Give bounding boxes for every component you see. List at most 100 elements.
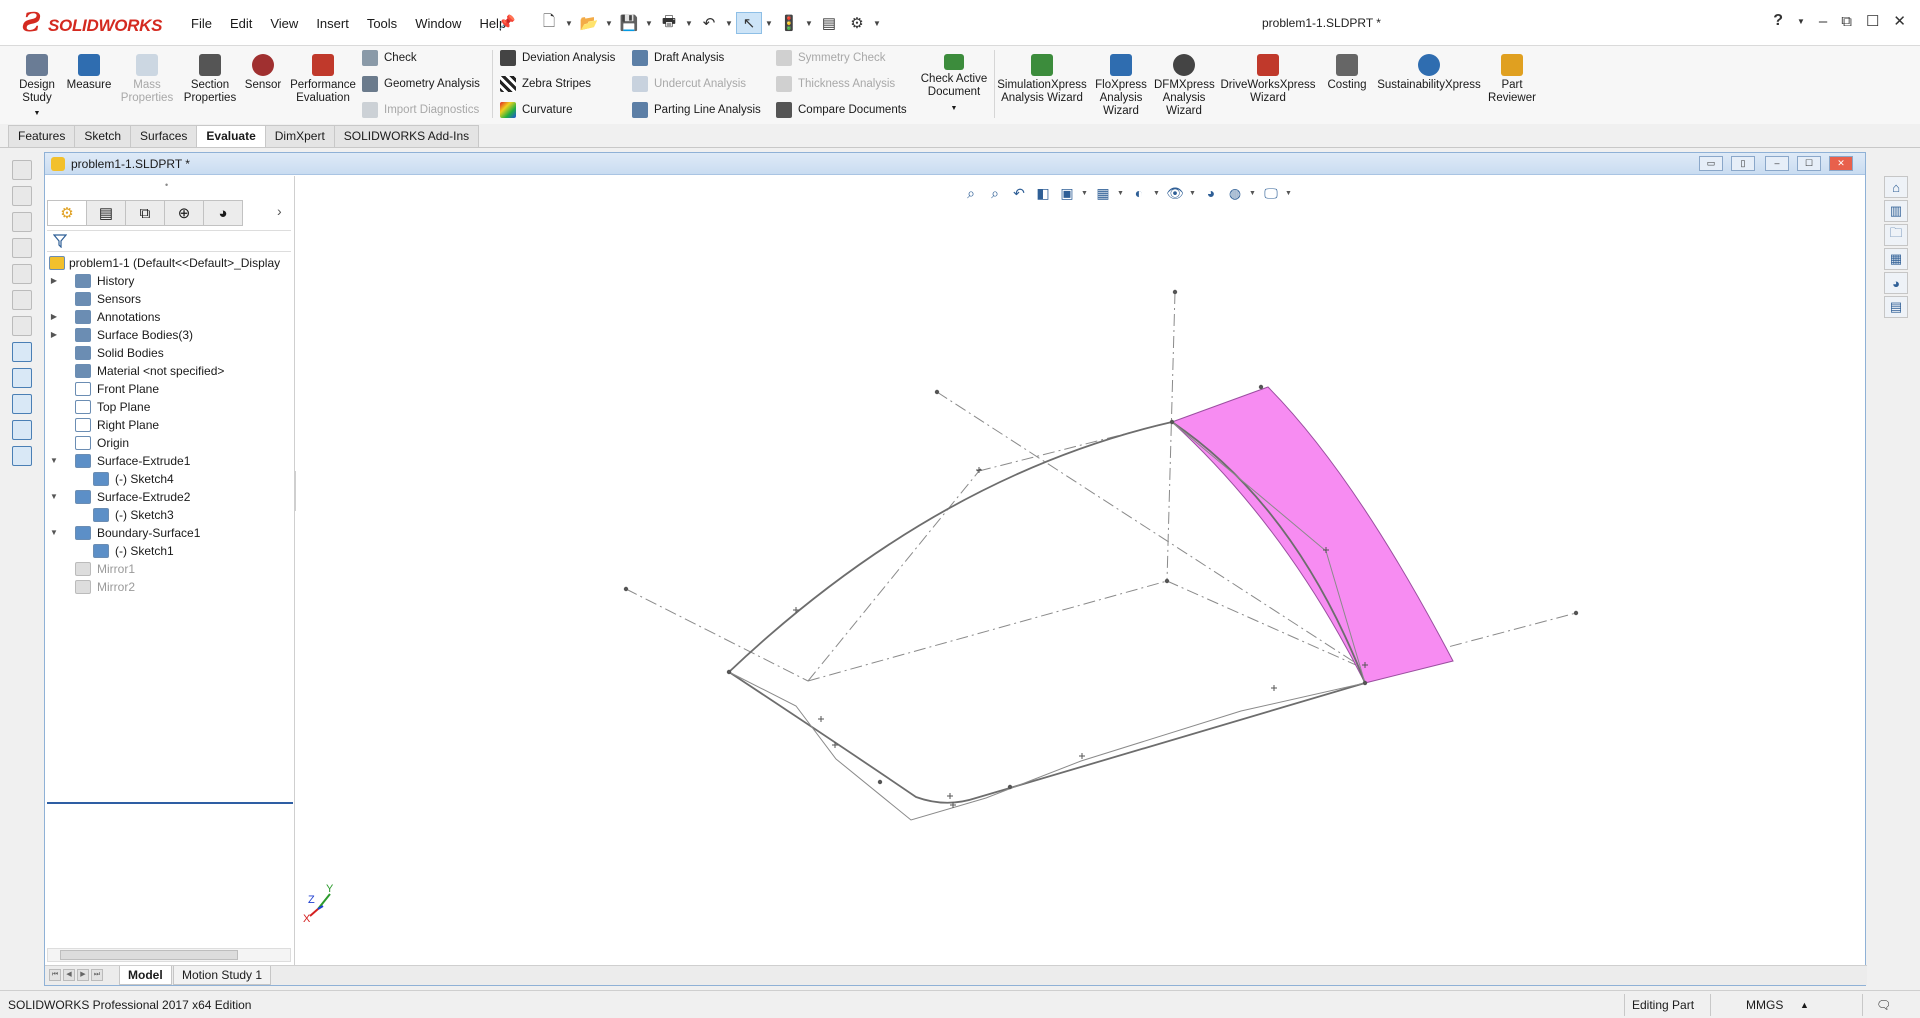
- expand-arrow-icon[interactable]: ▶: [49, 308, 59, 326]
- menu-file[interactable]: File: [182, 14, 221, 33]
- collapse-arrow-icon[interactable]: ▼: [49, 524, 59, 542]
- upper-curve[interactable]: [728, 421, 1173, 673]
- tab-surfaces[interactable]: Surfaces: [130, 125, 198, 147]
- spline-handle[interactable]: [1271, 685, 1277, 691]
- thickness-analysis-button[interactable]: Thickness Analysis: [776, 76, 895, 92]
- design-study-dropdown-icon[interactable]: ▼: [12, 107, 62, 120]
- geometry-analysis-button[interactable]: Geometry Analysis: [362, 76, 480, 92]
- feature-manager-tab-icon[interactable]: ⚙: [47, 200, 87, 226]
- menu-insert[interactable]: Insert: [307, 14, 358, 33]
- undo-icon[interactable]: ↶: [696, 12, 722, 34]
- driveworksxpress-button[interactable]: DriveWorksXpress Wizard: [1220, 46, 1316, 105]
- tile-horizontal-icon[interactable]: ▭: [1699, 156, 1723, 171]
- dimxpert-manager-tab-icon[interactable]: ⊕: [164, 200, 204, 226]
- new-dropdown-icon[interactable]: ▼: [564, 19, 574, 28]
- part-reviewer-button[interactable]: Part Reviewer: [1486, 46, 1538, 105]
- section-properties-button[interactable]: Section Properties: [180, 46, 240, 105]
- graphics-area[interactable]: ⌕ ⌕ ↶ ◧ ▣ ▼ ▦ ▼ ◐ ▼ 👁 ▼ ◕ ◍ ▼ 🖵 ▼ Y X Z: [296, 176, 1865, 970]
- help-icon[interactable]: ?: [1773, 12, 1783, 30]
- collapse-arrow-icon[interactable]: ▼: [49, 452, 59, 470]
- tree-item[interactable]: Sensors: [45, 290, 293, 308]
- toolbar-button-icon[interactable]: [12, 264, 32, 284]
- file-explorer-icon[interactable]: 🗀: [1884, 224, 1908, 246]
- sketch-point[interactable]: [726, 669, 732, 675]
- options-gear-icon[interactable]: ⚙: [844, 12, 870, 34]
- unit-system-dropdown-icon[interactable]: ▲: [1800, 1000, 1809, 1010]
- tree-item[interactable]: Top Plane: [45, 398, 293, 416]
- solidworks-resources-icon[interactable]: ⌂: [1884, 176, 1908, 198]
- solidworks-logo[interactable]: Ƨ SOLIDWORKS: [18, 8, 164, 40]
- toolbar-button-icon[interactable]: [12, 368, 32, 388]
- tree-item[interactable]: Solid Bodies: [45, 344, 293, 362]
- sketch-point[interactable]: [877, 779, 883, 785]
- scrollbar-thumb[interactable]: [60, 950, 238, 960]
- sensor-button[interactable]: Sensor: [242, 46, 284, 92]
- toolbar-button-icon[interactable]: [12, 238, 32, 258]
- performance-evaluation-button[interactable]: Performance Evaluation: [288, 46, 358, 105]
- check-button[interactable]: Check: [362, 50, 417, 66]
- toolbar-button-icon[interactable]: [12, 212, 32, 232]
- curvature-button[interactable]: Curvature: [500, 102, 573, 118]
- zebra-stripes-button[interactable]: Zebra Stripes: [500, 76, 591, 92]
- menu-window[interactable]: Window: [406, 14, 470, 33]
- view-palette-icon[interactable]: ▦: [1884, 248, 1908, 270]
- mass-properties-button[interactable]: Mass Properties: [118, 46, 176, 105]
- maximize-icon[interactable]: ☐: [1866, 12, 1879, 30]
- design-study-button[interactable]: Design Study ▼: [12, 46, 62, 120]
- simulationxpress-button[interactable]: SimulationXpress Analysis Wizard: [996, 46, 1088, 105]
- deviation-analysis-button[interactable]: Deviation Analysis: [500, 50, 615, 66]
- tab-dimxpert[interactable]: DimXpert: [264, 125, 335, 147]
- measure-button[interactable]: Measure: [64, 46, 114, 92]
- save-dropdown-icon[interactable]: ▼: [644, 19, 654, 28]
- open-dropdown-icon[interactable]: ▼: [604, 19, 614, 28]
- options-dropdown-icon[interactable]: ▼: [872, 19, 882, 28]
- tree-item[interactable]: ▶ Surface Bodies(3): [45, 326, 293, 344]
- dfmxpress-button[interactable]: DFMXpress Analysis Wizard: [1154, 46, 1215, 118]
- spline-handle[interactable]: [818, 716, 824, 722]
- unit-system-text[interactable]: MMGS: [1746, 998, 1783, 1012]
- tree-item[interactable]: Front Plane: [45, 380, 293, 398]
- toolbar-button-icon[interactable]: [12, 420, 32, 440]
- parting-line-analysis-button[interactable]: Parting Line Analysis: [632, 102, 761, 118]
- compare-documents-button[interactable]: Compare Documents: [776, 102, 907, 118]
- close-icon[interactable]: ✕: [1893, 12, 1906, 30]
- tree-item[interactable]: ▼ Surface-Extrude2: [45, 488, 293, 506]
- tree-item[interactable]: (-) Sketch4: [45, 470, 293, 488]
- tree-item[interactable]: ▶ History: [45, 272, 293, 290]
- toolbar-button-icon[interactable]: [12, 316, 32, 336]
- doc-minimize-icon[interactable]: –: [1765, 156, 1789, 171]
- tree-item[interactable]: (-) Sketch3: [45, 506, 293, 524]
- tree-item[interactable]: ▶ Annotations: [45, 308, 293, 326]
- import-diagnostics-button[interactable]: Import Diagnostics: [362, 102, 479, 118]
- rollback-bar[interactable]: [47, 802, 293, 804]
- tree-item[interactable]: Right Plane: [45, 416, 293, 434]
- panel-splitter-handle-icon[interactable]: •: [165, 180, 168, 190]
- prev-tab-icon[interactable]: ◀: [63, 969, 75, 981]
- tab-sketch[interactable]: Sketch: [74, 125, 132, 147]
- toolbar-button-icon[interactable]: [12, 290, 32, 310]
- tab-model[interactable]: Model: [119, 966, 172, 985]
- file-properties-icon[interactable]: ▤: [816, 12, 842, 34]
- sketch-point[interactable]: [1172, 289, 1178, 295]
- expand-tabs-icon[interactable]: ›: [277, 203, 282, 219]
- floxpress-button[interactable]: FloXpress Analysis Wizard: [1094, 46, 1148, 118]
- boundary-surface[interactable]: [1171, 386, 1454, 684]
- rebuild-traffic-light-icon[interactable]: 🚦: [776, 12, 802, 34]
- spline-handle[interactable]: [1079, 753, 1085, 759]
- expand-arrow-icon[interactable]: ▶: [49, 326, 59, 344]
- tree-filter[interactable]: [47, 230, 291, 252]
- undercut-analysis-button[interactable]: Undercut Analysis: [632, 76, 746, 92]
- quick-tips-icon[interactable]: 🗨: [1876, 998, 1891, 1012]
- tree-item[interactable]: Mirror1: [45, 560, 293, 578]
- toolbar-button-icon[interactable]: [12, 160, 32, 180]
- tab-motion-study-1[interactable]: Motion Study 1: [173, 966, 272, 985]
- lower-curve[interactable]: [728, 671, 1366, 804]
- appearances-scenes-icon[interactable]: ◕: [1884, 272, 1908, 294]
- select-pointer-icon[interactable]: ↖: [736, 12, 762, 34]
- symmetry-check-button[interactable]: Symmetry Check: [776, 50, 886, 66]
- sketch-point[interactable]: [1362, 680, 1368, 686]
- costing-button[interactable]: Costing: [1322, 46, 1372, 92]
- next-tab-icon[interactable]: ▶: [77, 969, 89, 981]
- sketch-point[interactable]: [1164, 578, 1170, 584]
- collapse-arrow-icon[interactable]: ▼: [49, 488, 59, 506]
